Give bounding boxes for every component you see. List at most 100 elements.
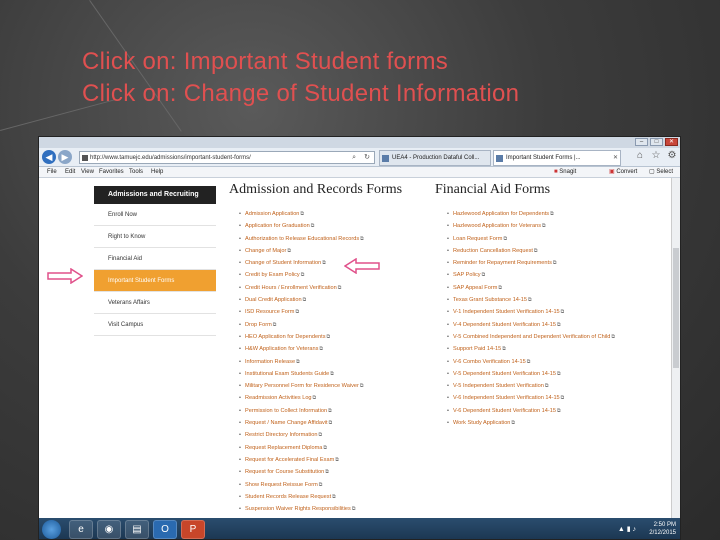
admission-form-link[interactable]: ISD Resource Form⧉: [239, 306, 364, 319]
financial-form-link[interactable]: V-4 Dependent Student Verification 14-15…: [447, 319, 615, 332]
slide-title: Click on: Important Student forms Click …: [82, 46, 519, 110]
taskbar-powerpoint-icon[interactable]: P: [181, 520, 205, 539]
menu-tools[interactable]: Tools: [129, 167, 143, 177]
admission-form-link[interactable]: Admission Application⧉: [239, 208, 364, 221]
admission-form-link[interactable]: Readmission Activities Log⧉: [239, 392, 364, 405]
financial-form-link[interactable]: V-6 Dependent Student Verification 14-15…: [447, 405, 615, 418]
menu-favorites[interactable]: Favorites: [99, 167, 124, 177]
start-button[interactable]: [42, 520, 61, 539]
financial-form-link[interactable]: Work Study Application⧉: [447, 417, 615, 430]
admission-form-link[interactable]: Change of Student Information⧉: [239, 257, 364, 270]
external-link-icon: ⧉: [330, 370, 334, 377]
sidebar-menu: Admissions and Recruiting Enroll Now Rig…: [94, 186, 216, 336]
favorites-star-icon[interactable]: ☆: [650, 150, 662, 162]
convert-icon: ▣: [609, 169, 615, 175]
external-link-icon: ⧉: [337, 284, 342, 291]
sidebar-item-veterans-affairs[interactable]: Veterans Affairs: [94, 292, 216, 314]
taskbar-ie-icon[interactable]: e: [69, 520, 93, 539]
sidebar-item-right-to-know[interactable]: Right to Know: [94, 226, 216, 248]
admission-form-link-label: HEO Application for Dependents: [245, 333, 326, 340]
admission-form-link[interactable]: Military Personnel Form for Residence Wa…: [239, 380, 364, 393]
admission-form-link[interactable]: Information Release⧉: [239, 356, 364, 369]
financial-form-link[interactable]: V-6 Independent Student Verification 14-…: [447, 392, 615, 405]
convert-command[interactable]: ▣ Convert: [609, 167, 637, 177]
search-icon[interactable]: ⌕: [352, 152, 356, 163]
tab-close-icon[interactable]: ✕: [613, 151, 618, 165]
admission-form-link[interactable]: Change of Major⧉: [239, 245, 364, 258]
tab-important-student-forms[interactable]: Important Student Forms |... ✕: [493, 150, 621, 166]
admission-form-link-label: Authorization to Release Educational Rec…: [245, 235, 360, 242]
taskbar-firefox-icon[interactable]: ◉: [97, 520, 121, 539]
admission-form-link-label: Request for Accelerated Final Exam: [245, 456, 335, 463]
gear-icon[interactable]: ⚙: [666, 150, 678, 162]
sidebar-item-financial-aid[interactable]: Financial Aid: [94, 248, 216, 270]
admission-form-link[interactable]: Application for Graduation⧉: [239, 220, 364, 233]
admission-form-link-label: Military Personnel Form for Residence Wa…: [245, 383, 359, 390]
admission-form-link[interactable]: Restrict Directory Information⧉: [239, 429, 364, 442]
sidebar-item-important-student-forms[interactable]: Important Student Forms: [94, 270, 216, 292]
admission-form-link[interactable]: Suspension Waiver Rights Responsibilitie…: [239, 503, 364, 516]
menu-edit[interactable]: Edit: [65, 167, 75, 177]
home-icon[interactable]: ⌂: [634, 150, 646, 162]
menu-help[interactable]: Help: [151, 167, 163, 177]
snagit-command[interactable]: ■ Snagit: [554, 167, 576, 177]
admission-form-link[interactable]: Request for Course Substitution⧉: [239, 466, 364, 479]
admission-form-link[interactable]: Permission to Collect Information⧉: [239, 405, 364, 418]
url-field[interactable]: http://www.tamuejc.edu/admissions/import…: [79, 151, 375, 164]
admission-form-link[interactable]: Credit Hours / Enrollment Verification⧉: [239, 282, 364, 295]
admission-form-link[interactable]: Student Records Release Request⧉: [239, 491, 364, 504]
external-link-icon: ⧉: [526, 358, 531, 365]
external-link-icon: ⧉: [300, 272, 305, 279]
external-link-icon: ⧉: [560, 395, 565, 402]
admission-form-link[interactable]: Request / Name Change Affidavit⧉: [239, 417, 364, 430]
reload-icon[interactable]: ↻: [364, 152, 370, 163]
admission-form-link[interactable]: Request for Accelerated Final Exam⧉: [239, 454, 364, 467]
financial-form-link-label: V-5 Dependent Student Verification 14-15: [453, 370, 556, 377]
select-command[interactable]: ▢ Select: [649, 167, 673, 177]
financial-form-link[interactable]: Loan Request Form⧉: [447, 233, 615, 246]
financial-form-link[interactable]: Reminder for Repayment Requirements⧉: [447, 257, 615, 270]
menu-view[interactable]: View: [81, 167, 94, 177]
financial-form-link[interactable]: Hazlewood Application for Dependents⧉: [447, 208, 615, 221]
admission-form-link[interactable]: Drop Form⧉: [239, 319, 364, 332]
admission-form-link[interactable]: Show Request Reissue Form⧉: [239, 479, 364, 492]
financial-form-link[interactable]: V-1 Independent Student Verification 14-…: [447, 306, 615, 319]
admission-form-link[interactable]: Authorization to Release Educational Rec…: [239, 233, 364, 246]
sidebar-item-enroll-now[interactable]: Enroll Now: [94, 204, 216, 226]
financial-form-link[interactable]: Texas Grant Substance 14-15⧉: [447, 294, 615, 307]
admission-form-link-label: H&W Application for Veterans: [245, 346, 319, 353]
admission-form-link[interactable]: Credit by Exam Policy⧉: [239, 269, 364, 282]
admission-form-link[interactable]: HEO Application for Dependents⧉: [239, 331, 364, 344]
convert-label: Convert: [616, 169, 638, 175]
financial-form-link[interactable]: SAP Policy⧉: [447, 269, 615, 282]
financial-form-link[interactable]: V-5 Combined Independent and Dependent V…: [447, 331, 615, 344]
financial-form-link[interactable]: V-6 Combo Verification 14-15⧉: [447, 356, 615, 369]
taskbar-outlook-icon[interactable]: O: [153, 520, 177, 539]
admission-form-link-label: Information Release: [245, 358, 296, 365]
financial-form-link[interactable]: V-5 Dependent Student Verification 14-15…: [447, 368, 615, 381]
admission-form-link[interactable]: Institutional Exam Students Guide⧉: [239, 368, 364, 381]
minimize-button[interactable]: –: [635, 138, 648, 146]
financial-form-link[interactable]: V-5 Independent Student Verification⧉: [447, 380, 615, 393]
financial-form-link[interactable]: Hazlewood Application for Veterans⧉: [447, 220, 615, 233]
back-button[interactable]: ◀: [42, 150, 56, 164]
page-scrollbar[interactable]: [671, 178, 680, 518]
address-bar-row: ◀ ▶ http://www.tamuejc.edu/admissions/im…: [39, 148, 680, 167]
tray-icons[interactable]: ▲ ▮ ♪: [618, 525, 636, 533]
admission-form-link[interactable]: Dual Credit Application⧉: [239, 294, 364, 307]
admission-form-link[interactable]: Request Replacement Diploma⧉: [239, 442, 364, 455]
menu-file[interactable]: File: [47, 167, 57, 177]
financial-form-link[interactable]: Reduction Cancellation Request⧉: [447, 245, 615, 258]
taskbar-explorer-icon[interactable]: ▤: [125, 520, 149, 539]
tray-clock[interactable]: 2:50 PM 2/12/2015: [649, 521, 676, 537]
forward-button[interactable]: ▶: [58, 150, 72, 164]
financial-form-link[interactable]: SAP Appeal Form⧉: [447, 282, 615, 295]
tab-ueaa[interactable]: UEA4 - Production Dataful Coll...: [379, 150, 491, 166]
sidebar-item-visit-campus[interactable]: Visit Campus: [94, 314, 216, 336]
financial-form-link[interactable]: Support Paid 14-15⧉: [447, 343, 615, 356]
admission-form-link-label: Change of Student Information: [245, 260, 322, 267]
maximize-button[interactable]: □: [650, 138, 663, 146]
close-button[interactable]: ✕: [665, 138, 678, 146]
admission-form-link[interactable]: H&W Application for Veterans⧉: [239, 343, 364, 356]
scrollbar-thumb[interactable]: [673, 248, 679, 368]
